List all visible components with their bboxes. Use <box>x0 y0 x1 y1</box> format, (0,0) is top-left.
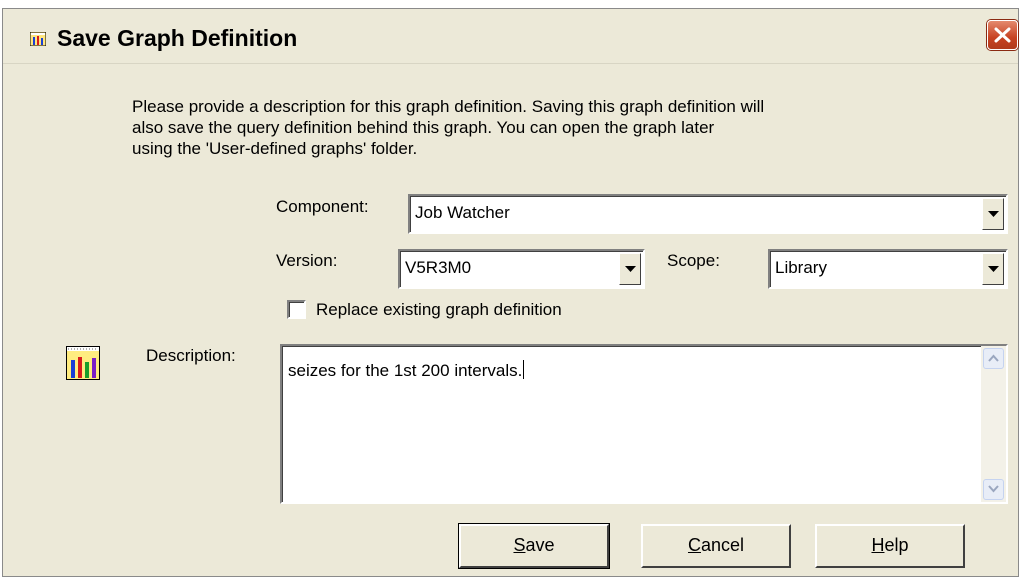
info-line: Please provide a description for this gr… <box>132 97 765 116</box>
help-button[interactable]: Help <box>815 524 965 568</box>
component-label: Component: <box>276 197 369 216</box>
chevron-down-icon <box>988 211 999 217</box>
scope-value: Library <box>775 258 827 277</box>
graph-definition-icon <box>66 346 100 380</box>
scroll-up-button[interactable] <box>983 348 1004 369</box>
description-label: Description: <box>146 346 236 365</box>
info-line: also save the query definition behind th… <box>132 118 715 137</box>
chevron-up-icon <box>988 354 999 362</box>
chevron-down-icon <box>988 485 999 493</box>
chevron-down-icon <box>625 266 636 272</box>
info-text: Please provide a description for this gr… <box>132 96 764 159</box>
component-select[interactable]: Job Watcher <box>408 194 1008 234</box>
scope-label: Scope: <box>667 251 720 270</box>
version-dropdown-button[interactable] <box>619 253 641 285</box>
component-dropdown-button[interactable] <box>982 198 1004 230</box>
cancel-button[interactable]: Cancel <box>641 524 791 568</box>
bar-chart-icon <box>30 32 46 46</box>
close-button[interactable] <box>987 20 1018 50</box>
help-label: elp <box>884 535 909 555</box>
version-select[interactable]: V5R3M0 <box>398 249 645 289</box>
scope-dropdown-button[interactable] <box>982 253 1004 285</box>
cancel-mnemonic: C <box>687 535 701 555</box>
help-mnemonic: H <box>871 535 885 555</box>
info-line: using the 'User-defined graphs' folder. <box>132 139 418 158</box>
save-label: ave <box>525 535 555 555</box>
save-graph-dialog: Save Graph Definition Please provide a d… <box>2 8 1019 577</box>
save-button[interactable]: Save <box>459 524 609 568</box>
replace-label[interactable]: Replace existing graph definition <box>316 300 562 320</box>
chevron-down-icon <box>988 266 999 272</box>
version-value: V5R3M0 <box>405 258 472 277</box>
text-caret <box>523 360 525 379</box>
close-icon <box>994 27 1011 43</box>
title-bar[interactable]: Save Graph Definition <box>3 9 1018 64</box>
version-label: Version: <box>276 251 338 270</box>
description-scrollbar[interactable] <box>981 346 1006 502</box>
save-mnemonic: S <box>513 535 526 555</box>
scope-select[interactable]: Library <box>768 249 1008 289</box>
scroll-down-button[interactable] <box>983 479 1004 500</box>
component-value: Job Watcher <box>415 203 510 222</box>
dialog-title: Save Graph Definition <box>57 25 298 51</box>
replace-checkbox[interactable] <box>287 300 306 319</box>
cancel-label: ancel <box>700 535 745 555</box>
description-value: seizes for the 1st 200 intervals. <box>288 361 523 380</box>
description-textarea[interactable]: seizes for the 1st 200 intervals. <box>280 344 1008 504</box>
